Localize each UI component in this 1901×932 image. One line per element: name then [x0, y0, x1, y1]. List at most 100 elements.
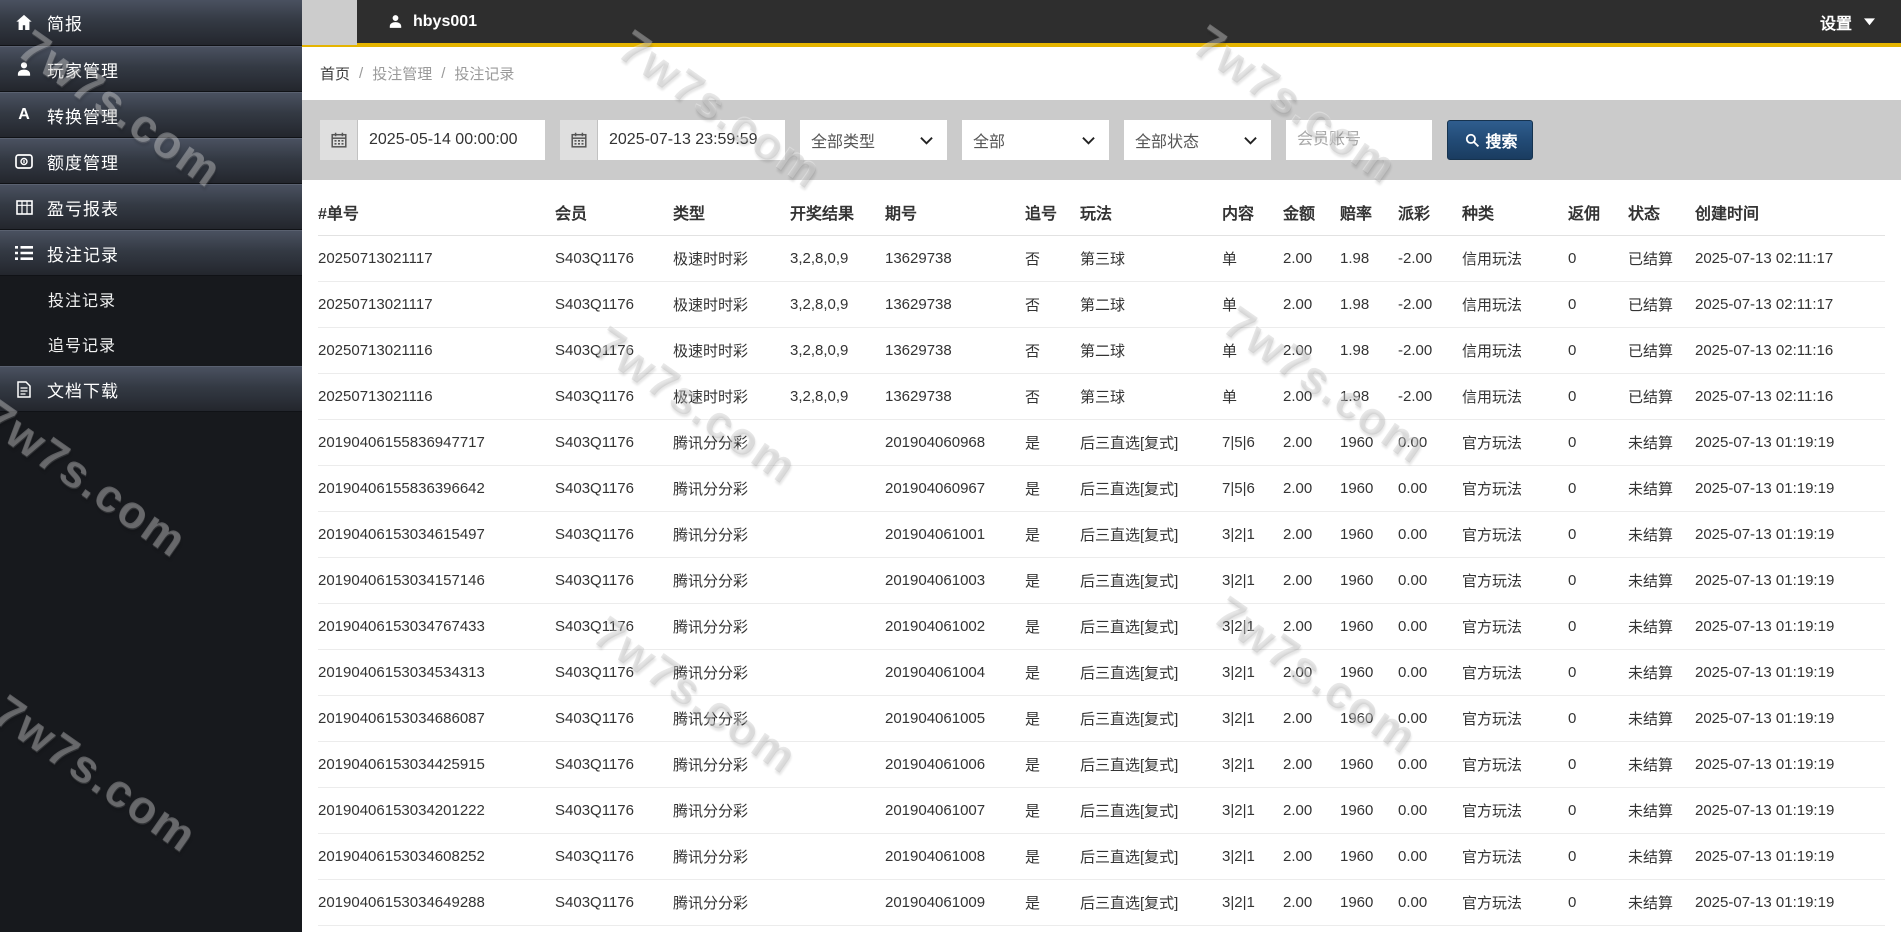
table-cell: 否 — [1025, 373, 1080, 420]
table-cell: 1960 — [1340, 557, 1398, 604]
table-cell: S403Q1176 — [555, 465, 673, 512]
table-cell: 已结算 — [1628, 235, 1695, 282]
table-cell: 0 — [1568, 741, 1628, 788]
table-cell: 20250713021117 — [318, 281, 555, 328]
table-cell: 腾讯分分彩 — [673, 511, 790, 558]
table-cell: 官方玩法 — [1462, 649, 1568, 696]
sidebar-item-conversion-management[interactable]: A 转换管理 — [0, 92, 302, 138]
date-from-input[interactable] — [358, 120, 545, 160]
table-row: 20250713021117 S403Q1176 极速时时彩 3,2,8,0,9 136… — [318, 235, 1885, 282]
table-cell: 201904061002 — [885, 603, 1025, 650]
table-cell: 2025-07-13 01:19:19 — [1695, 741, 1885, 788]
table-cell: 腾讯分分彩 — [673, 557, 790, 604]
breadcrumb-betting-management[interactable]: 投注管理 — [372, 63, 432, 84]
table-cell: 0.00 — [1398, 419, 1462, 466]
table-cell: 201904061008 — [885, 833, 1025, 880]
table-cell: 未结算 — [1628, 787, 1695, 834]
table-cell: 0.00 — [1398, 649, 1462, 696]
table-cell: 2025-07-13 01:19:19 — [1695, 833, 1885, 880]
table-cell: 20190406153034157146 — [318, 557, 555, 604]
search-button[interactable]: 搜索 — [1447, 120, 1533, 160]
table-cell: 后三直选[复式] — [1080, 465, 1222, 512]
table-cell: 极速时时彩 — [673, 235, 790, 282]
table-cell: 官方玩法 — [1462, 741, 1568, 788]
table-row: 20250713021116 S403Q1176 极速时时彩 3,2,8,0,9 136… — [318, 327, 1885, 374]
table-row: 20250713021117 S403Q1176 极速时时彩 3,2,8,0,9 136… — [318, 281, 1885, 328]
table-cell: S403Q1176 — [555, 511, 673, 558]
member-account-input[interactable] — [1286, 120, 1432, 160]
table-cell: 20190406153034201222 — [318, 787, 555, 834]
sidebar-item-profit-loss-report[interactable]: 盈亏报表 — [0, 184, 302, 230]
table-cell: 后三直选[复式] — [1080, 511, 1222, 558]
table-cell: 官方玩法 — [1462, 787, 1568, 834]
table-cell: 2.00 — [1283, 465, 1340, 512]
date-to-input[interactable] — [598, 120, 785, 160]
table-cell: 20190406153034534313 — [318, 649, 555, 696]
table-row: 20190406153034608252 S403Q1176 腾讯分分彩 201904… — [318, 833, 1885, 880]
table-cell: 极速时时彩 — [673, 327, 790, 374]
table-cell: S403Q1176 — [555, 741, 673, 788]
date-to-group — [560, 120, 785, 160]
table-cell: S403Q1176 — [555, 327, 673, 374]
table-cell: S403Q1176 — [555, 281, 673, 328]
sidebar-item-briefing[interactable]: 简报 — [0, 0, 302, 46]
breadcrumb-current: 投注记录 — [454, 66, 515, 83]
sidebar-item-document-download[interactable]: 文档下载 — [0, 366, 302, 412]
table-cell: 3|2|1 — [1222, 833, 1283, 880]
sidebar-item-quota-management[interactable]: 额度管理 — [0, 138, 302, 184]
chevron-down-icon — [916, 131, 936, 149]
table-cell: 单 — [1222, 281, 1283, 328]
table-cell: 1960 — [1340, 695, 1398, 742]
table-cell: 官方玩法 — [1462, 833, 1568, 880]
table-cell: -2.00 — [1398, 327, 1462, 374]
table-cell: 否 — [1025, 281, 1080, 328]
settings-menu[interactable]: 设置 — [1820, 10, 1879, 34]
sidebar-toggle[interactable] — [302, 0, 357, 45]
type-select[interactable]: 全部类型 — [800, 120, 947, 160]
list-icon — [14, 244, 34, 262]
table-cell: 13629738 — [885, 327, 1025, 374]
table-cell: 官方玩法 — [1462, 419, 1568, 466]
table-cell: 单 — [1222, 327, 1283, 374]
table-cell: 信用玩法 — [1462, 235, 1568, 282]
table-cell: 201904060967 — [885, 465, 1025, 512]
table-cell: 2.00 — [1283, 327, 1340, 374]
table-cell: 官方玩法 — [1462, 465, 1568, 512]
user-menu[interactable]: hbys001 — [385, 13, 477, 31]
col-order-id: #单号 — [318, 189, 555, 236]
table-cell: 3|2|1 — [1222, 741, 1283, 788]
type-select-value: 全部类型 — [811, 134, 876, 151]
table-cell: 官方玩法 — [1462, 557, 1568, 604]
table-cell: 1960 — [1340, 465, 1398, 512]
sidebar-item-betting-records-sub[interactable]: 投注记录 — [0, 276, 302, 321]
table-cell: 3|2|1 — [1222, 695, 1283, 742]
table-cell: 2025-07-13 01:19:19 — [1695, 603, 1885, 650]
lottery-select[interactable]: 全部 — [962, 120, 1109, 160]
table-cell: 未结算 — [1628, 465, 1695, 512]
table-cell: 2.00 — [1283, 235, 1340, 282]
table-cell: 0 — [1568, 649, 1628, 696]
chevron-down-icon — [1078, 131, 1098, 149]
calendar-icon[interactable] — [560, 120, 598, 160]
sidebar-item-player-management[interactable]: 玩家管理 — [0, 46, 302, 92]
sidebar-item-chase-number-records[interactable]: 追号记录 — [0, 321, 302, 366]
calendar-icon[interactable] — [320, 120, 358, 160]
table-row: 20250713021116 S403Q1176 极速时时彩 3,2,8,0,9 136… — [318, 373, 1885, 420]
sidebar-item-betting-records[interactable]: 投注记录 — [0, 230, 302, 276]
table-cell: 20190406153034425915 — [318, 741, 555, 788]
table-cell: 3|2|1 — [1222, 511, 1283, 558]
table-cell: 0.00 — [1398, 557, 1462, 604]
quota-icon — [14, 152, 34, 170]
table-cell: 201904061003 — [885, 557, 1025, 604]
status-select[interactable]: 全部状态 — [1124, 120, 1271, 160]
table-cell: 否 — [1025, 235, 1080, 282]
col-play-method: 玩法 — [1080, 189, 1222, 236]
table-cell: 1960 — [1340, 649, 1398, 696]
table-cell — [790, 741, 885, 788]
table-cell: S403Q1176 — [555, 649, 673, 696]
table-row: 20190406153034201222 S403Q1176 腾讯分分彩 201904… — [318, 787, 1885, 834]
table-cell: 1960 — [1340, 603, 1398, 650]
breadcrumb-home[interactable]: 首页 — [320, 63, 350, 84]
table-cell: 极速时时彩 — [673, 373, 790, 420]
table-cell: 0 — [1568, 235, 1628, 282]
